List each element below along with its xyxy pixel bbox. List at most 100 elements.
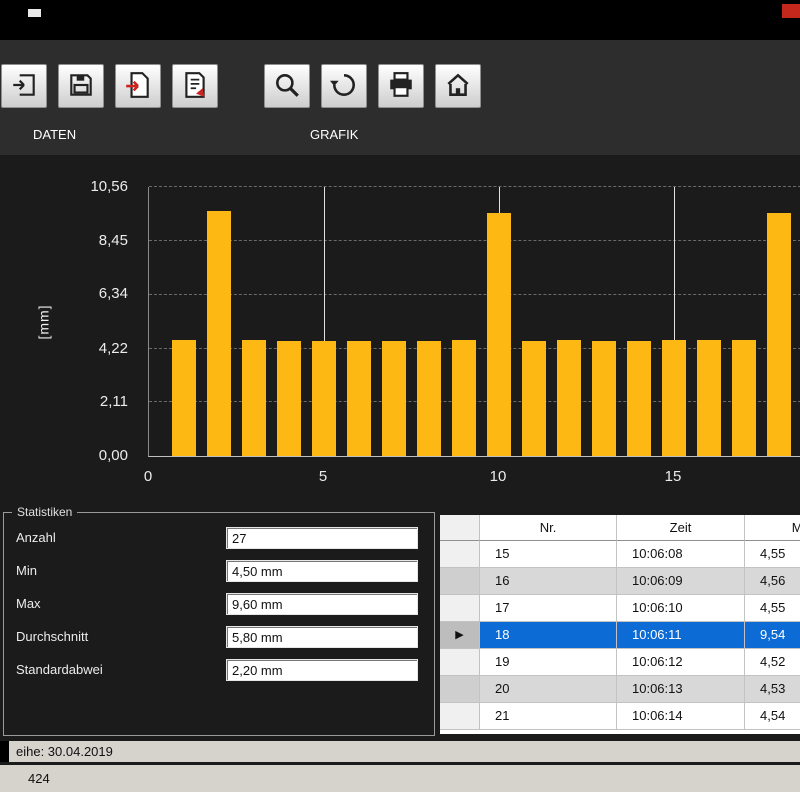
row-header-cell[interactable] xyxy=(440,595,480,622)
measurement-bar xyxy=(382,341,406,456)
measurement-bar xyxy=(592,341,616,456)
measurement-bar xyxy=(312,341,336,456)
grafik-group-label: GRAFIK xyxy=(248,126,472,144)
x-tick-label: 0 xyxy=(144,468,152,485)
measurement-bar xyxy=(207,211,231,456)
close-button-fragment[interactable] xyxy=(782,4,800,18)
x-tick-label: 15 xyxy=(665,468,682,485)
row-header-cell[interactable] xyxy=(440,703,480,730)
messwert-cell[interactable]: 4,56 xyxy=(745,568,800,595)
stat-label-durchschnitt: Durchschnitt xyxy=(16,629,88,644)
zeit-cell[interactable]: 10:06:09 xyxy=(617,568,745,595)
export-file-icon xyxy=(124,71,152,102)
table-row[interactable]: 1610:06:094,56 xyxy=(440,568,800,595)
import-button[interactable] xyxy=(1,64,47,108)
stat-label-standardabwei: Standardabwei xyxy=(16,662,103,677)
messwert-cell[interactable]: 9,54 xyxy=(745,622,800,649)
messwert-cell[interactable]: 4,52 xyxy=(745,649,800,676)
bottom-panels: Statistiken Anzahl27 Min 4,50 mm Max 9,60 mm… xyxy=(0,500,800,740)
toolbar: DATEN GRAFIK xyxy=(0,40,800,155)
column-header-nr: Nr. xyxy=(480,515,617,541)
table-row[interactable]: 2110:06:144,54 xyxy=(440,703,800,730)
nr-cell[interactable]: 21 xyxy=(480,703,617,730)
y-tick-label: 2,11 xyxy=(0,393,138,410)
zeit-cell[interactable]: 10:06:12 xyxy=(617,649,745,676)
measurement-bar xyxy=(522,341,546,456)
nr-cell[interactable]: 16 xyxy=(480,568,617,595)
x-tick-label: 5 xyxy=(319,468,327,485)
device-text: 424 xyxy=(28,771,50,786)
zeit-cell[interactable]: 10:06:10 xyxy=(617,595,745,622)
import-icon xyxy=(10,71,38,102)
measurement-bar xyxy=(697,340,721,456)
app-window: DATEN GRAFIK [mm] 0,002,114,226,348,4510… xyxy=(0,0,800,800)
row-header-cell[interactable] xyxy=(440,676,480,703)
daten-group-label: DATEN xyxy=(0,126,224,144)
measurement-bar xyxy=(662,340,686,456)
messwert-cell[interactable]: 4,53 xyxy=(745,676,800,703)
stat-input-max[interactable]: 9,60 mm xyxy=(226,593,418,615)
table-row[interactable]: 1910:06:124,52 xyxy=(440,649,800,676)
h-gridline xyxy=(149,186,800,187)
table-row[interactable]: 1710:06:104,55 xyxy=(440,595,800,622)
print-button[interactable] xyxy=(378,64,424,108)
y-tick-label: 10,56 xyxy=(0,178,138,195)
row-header-cell[interactable] xyxy=(440,568,480,595)
export-button[interactable] xyxy=(115,64,161,108)
measurement-chart: [mm] 0,002,114,226,348,4510,56 051015 xyxy=(0,155,800,500)
messwert-cell[interactable]: 4,55 xyxy=(745,541,800,568)
measurement-bar xyxy=(417,341,441,456)
stat-input-standardabwei[interactable]: 2,20 mm xyxy=(226,659,418,681)
zeit-cell[interactable]: 10:06:13 xyxy=(617,676,745,703)
table-row[interactable]: 2010:06:134,53 xyxy=(440,676,800,703)
save-button[interactable] xyxy=(58,64,104,108)
series-date-text: eihe: 30.04.2019 xyxy=(16,744,113,759)
x-tick-label: 10 xyxy=(490,468,507,485)
messwert-cell[interactable]: 4,54 xyxy=(745,703,800,730)
report-icon xyxy=(181,71,209,102)
measurement-bar xyxy=(452,340,476,456)
zoom-button[interactable] xyxy=(264,64,310,108)
statistics-panel: Statistiken Anzahl27Min4,50 mmMax9,60 mm… xyxy=(3,512,435,736)
nr-cell[interactable]: 19 xyxy=(480,649,617,676)
stat-label-min: Min xyxy=(16,563,37,578)
zeit-cell[interactable]: 10:06:08 xyxy=(617,541,745,568)
stat-input-durchschnitt[interactable]: 5,80 mm xyxy=(226,626,418,648)
stat-row: Standardabwei 2,20 mm xyxy=(4,659,434,683)
measurement-bar xyxy=(627,341,651,456)
table-row[interactable]: 1510:06:084,55 xyxy=(440,541,800,568)
stat-input-anzahl[interactable]: 27 xyxy=(226,527,418,549)
zeit-cell[interactable]: 10:06:11 xyxy=(617,622,745,649)
measurement-bar xyxy=(277,341,301,456)
y-tick-label: 8,45 xyxy=(0,232,138,249)
save-icon xyxy=(67,71,95,102)
table-row[interactable]: ▶1810:06:119,54 xyxy=(440,622,800,649)
nr-cell[interactable]: 20 xyxy=(480,676,617,703)
refresh-icon xyxy=(330,71,358,102)
stat-input-min[interactable]: 4,50 mm xyxy=(226,560,418,582)
zeit-cell[interactable]: 10:06:14 xyxy=(617,703,745,730)
row-header-cell[interactable] xyxy=(440,649,480,676)
measurement-bar xyxy=(767,213,791,456)
nr-cell[interactable]: 17 xyxy=(480,595,617,622)
row-header-cell[interactable]: ▶ xyxy=(440,622,480,649)
print-icon xyxy=(387,71,415,102)
report-button[interactable] xyxy=(172,64,218,108)
refresh-button[interactable] xyxy=(321,64,367,108)
row-header-cell[interactable] xyxy=(440,541,480,568)
stat-row: Durchschnitt 5,80 mm xyxy=(4,626,434,650)
messwert-cell[interactable]: 4,55 xyxy=(745,595,800,622)
measurement-bar xyxy=(557,340,581,456)
home-button[interactable] xyxy=(435,64,481,108)
nr-cell[interactable]: 18 xyxy=(480,622,617,649)
stat-row: Anzahl27 xyxy=(4,527,434,551)
measurement-bar xyxy=(487,213,511,456)
home-icon xyxy=(444,71,472,102)
nr-cell[interactable]: 15 xyxy=(480,541,617,568)
footer-strip xyxy=(0,792,800,800)
statistics-title: Statistiken xyxy=(12,505,77,519)
stat-label-max: Max xyxy=(16,596,41,611)
column-header-messwert: Messwert xyxy=(745,515,800,541)
zoom-icon xyxy=(273,71,301,102)
y-axis-ticks: 0,002,114,226,348,4510,56 xyxy=(0,155,138,500)
